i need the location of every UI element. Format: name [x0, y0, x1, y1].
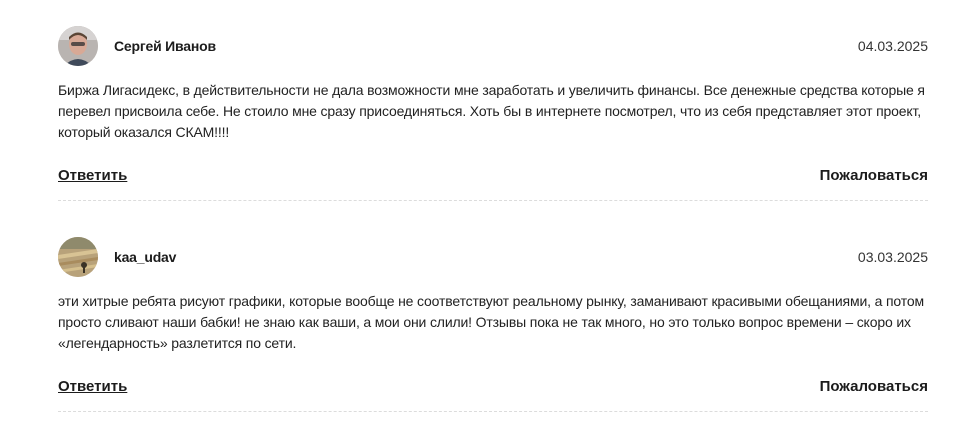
- author-name: Сергей Иванов: [114, 38, 216, 54]
- comment-date: 03.03.2025: [857, 249, 928, 265]
- author-name: kaa_udav: [114, 249, 177, 265]
- reply-link[interactable]: Ответить: [58, 378, 127, 395]
- reply-link[interactable]: Ответить: [58, 167, 127, 184]
- comment-header: Сергей Иванов 04.03.2025: [58, 26, 928, 68]
- comment-header: kaa_udav 03.03.2025: [58, 237, 928, 279]
- comment-item: Сергей Иванов 04.03.2025 Биржа Лигасидек…: [58, 26, 928, 201]
- report-link[interactable]: Пожаловаться: [820, 167, 928, 184]
- comment-date: 04.03.2025: [857, 38, 928, 54]
- landscape-photo-icon: [58, 237, 98, 277]
- avatar: [58, 237, 98, 277]
- report-link[interactable]: Пожаловаться: [820, 378, 928, 395]
- comment-text: Биржа Лигасидекс, в действительности не …: [58, 82, 925, 140]
- comments-list: Сергей Иванов 04.03.2025 Биржа Лигасидек…: [58, 26, 928, 412]
- user-photo-icon: [58, 26, 98, 66]
- comment-item: kaa_udav 03.03.2025 эти хитрые ребята ри…: [58, 237, 928, 412]
- avatar: [58, 26, 98, 66]
- comment-text: эти хитрые ребята рисуют графики, которы…: [58, 293, 924, 351]
